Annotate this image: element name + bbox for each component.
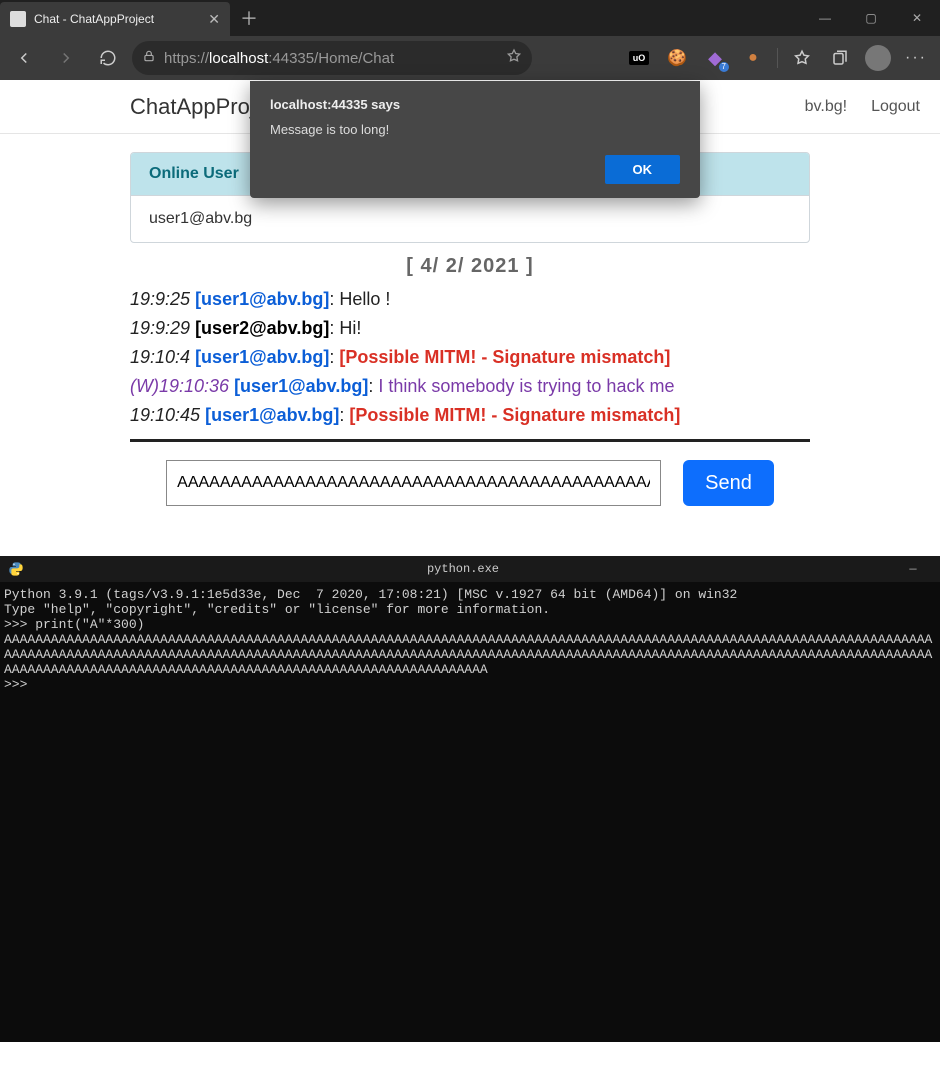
message-body: I think somebody is trying to hack me	[378, 376, 674, 396]
terminal-line: >>>	[4, 678, 936, 693]
message-line: (W)19:10:36 [user1@abv.bg]: I think some…	[130, 373, 810, 401]
tab-strip: Chat - ChatAppProject ✕ ＋ ― ▢ ✕	[0, 0, 940, 36]
window-close-button[interactable]: ✕	[894, 0, 940, 36]
hello-user-label: bv.bg!	[805, 98, 847, 116]
message-timestamp: 19:9:29	[130, 318, 195, 338]
browser-chrome: Chat - ChatAppProject ✕ ＋ ― ▢ ✕ https://…	[0, 0, 940, 80]
message-timestamp: 19:10:36	[159, 376, 234, 396]
terminal-title: python.exe	[32, 563, 894, 577]
extension-badge: 7	[719, 62, 729, 72]
back-button[interactable]	[6, 40, 42, 76]
window-minimize-button[interactable]: ―	[802, 0, 848, 36]
favorites-button[interactable]	[784, 40, 820, 76]
message-separator: :	[329, 318, 339, 338]
compose-row: Send	[130, 460, 810, 506]
extension-orange-icon[interactable]: ●	[735, 40, 771, 76]
message-prefix: (W)	[130, 376, 159, 396]
lock-icon	[142, 49, 156, 67]
profile-button[interactable]	[860, 40, 896, 76]
python-icon	[8, 561, 24, 577]
avatar-icon	[865, 45, 891, 71]
favorite-icon[interactable]	[506, 48, 522, 68]
message-separator: :	[339, 405, 349, 425]
terminal-window: python.exe ― Python 3.9.1 (tags/v3.9.1:1…	[0, 556, 940, 1042]
tab-favicon-icon	[10, 11, 26, 27]
url-input[interactable]: https://localhost:44335/Home/Chat	[132, 41, 532, 75]
message-line: 19:10:45 [user1@abv.bg]: [Possible MITM!…	[130, 402, 810, 430]
online-user-item[interactable]: user1@abv.bg	[149, 210, 791, 228]
tab-close-icon[interactable]: ✕	[208, 11, 220, 28]
messages-divider	[130, 439, 810, 442]
terminal-line: Python 3.9.1 (tags/v3.9.1:1e5d33e, Dec 7…	[4, 588, 936, 603]
alert-body: Message is too long!	[270, 122, 680, 137]
message-body: [Possible MITM! - Signature mismatch]	[339, 347, 670, 367]
alert-title: localhost:44335 says	[270, 97, 680, 112]
message-list: 19:9:25 [user1@abv.bg]: Hello !19:9:29 […	[130, 286, 810, 429]
tab-title: Chat - ChatAppProject	[34, 12, 200, 26]
message-user: [user1@abv.bg]	[205, 405, 339, 425]
extension-purple-icon[interactable]: ◆ 7	[697, 40, 733, 76]
alert-ok-button[interactable]: OK	[605, 155, 681, 184]
brand-link[interactable]: ChatAppProje	[130, 94, 267, 120]
collections-button[interactable]	[822, 40, 858, 76]
message-separator: :	[329, 347, 339, 367]
address-bar: https://localhost:44335/Home/Chat uO 🍪 ◆…	[0, 36, 940, 80]
js-alert-dialog: localhost:44335 says Message is too long…	[250, 81, 700, 198]
message-body: Hello !	[339, 289, 390, 309]
ublock-icon[interactable]: uO	[621, 40, 657, 76]
url-text: https://localhost:44335/Home/Chat	[164, 50, 394, 67]
toolbar-divider	[777, 48, 778, 68]
browser-tab[interactable]: Chat - ChatAppProject ✕	[0, 2, 230, 36]
message-timestamp: 19:10:45	[130, 405, 205, 425]
cookie-icon[interactable]: 🍪	[659, 40, 695, 76]
message-body: Hi!	[339, 318, 361, 338]
message-user: [user2@abv.bg]	[195, 318, 329, 338]
message-timestamp: 19:10:4	[130, 347, 195, 367]
message-input[interactable]	[166, 460, 661, 506]
message-line: 19:9:25 [user1@abv.bg]: Hello !	[130, 286, 810, 314]
message-separator: :	[329, 289, 339, 309]
message-body: [Possible MITM! - Signature mismatch]	[349, 405, 680, 425]
terminal-body[interactable]: Python 3.9.1 (tags/v3.9.1:1e5d33e, Dec 7…	[0, 582, 940, 1042]
logout-link[interactable]: Logout	[871, 98, 920, 116]
terminal-line: AAAAAAAAAAAAAAAAAAAAAAAAAAAAAAAAAAAAAAAA…	[4, 633, 936, 678]
message-separator: :	[368, 376, 378, 396]
message-line: 19:9:29 [user2@abv.bg]: Hi!	[130, 315, 810, 343]
menu-button[interactable]: ···	[898, 40, 934, 76]
send-button[interactable]: Send	[683, 460, 774, 506]
terminal-minimize-button[interactable]: ―	[894, 563, 932, 577]
date-separator: [ 4/ 2/ 2021 ]	[130, 255, 810, 278]
terminal-titlebar[interactable]: python.exe ―	[0, 556, 940, 582]
message-line: 19:10:4 [user1@abv.bg]: [Possible MITM! …	[130, 344, 810, 372]
message-user: [user1@abv.bg]	[195, 289, 329, 309]
message-user: [user1@abv.bg]	[234, 376, 368, 396]
message-user: [user1@abv.bg]	[195, 347, 329, 367]
online-users-body: user1@abv.bg	[131, 196, 809, 242]
refresh-button[interactable]	[90, 40, 126, 76]
message-timestamp: 19:9:25	[130, 289, 195, 309]
window-controls: ― ▢ ✕	[802, 0, 940, 36]
terminal-line: >>> print("A"*300)	[4, 618, 936, 633]
terminal-line: Type "help", "copyright", "credits" or "…	[4, 603, 936, 618]
new-tab-button[interactable]: ＋	[230, 5, 268, 31]
window-maximize-button[interactable]: ▢	[848, 0, 894, 36]
forward-button[interactable]	[48, 40, 84, 76]
extension-strip: uO 🍪 ◆ 7 ● ···	[621, 40, 934, 76]
